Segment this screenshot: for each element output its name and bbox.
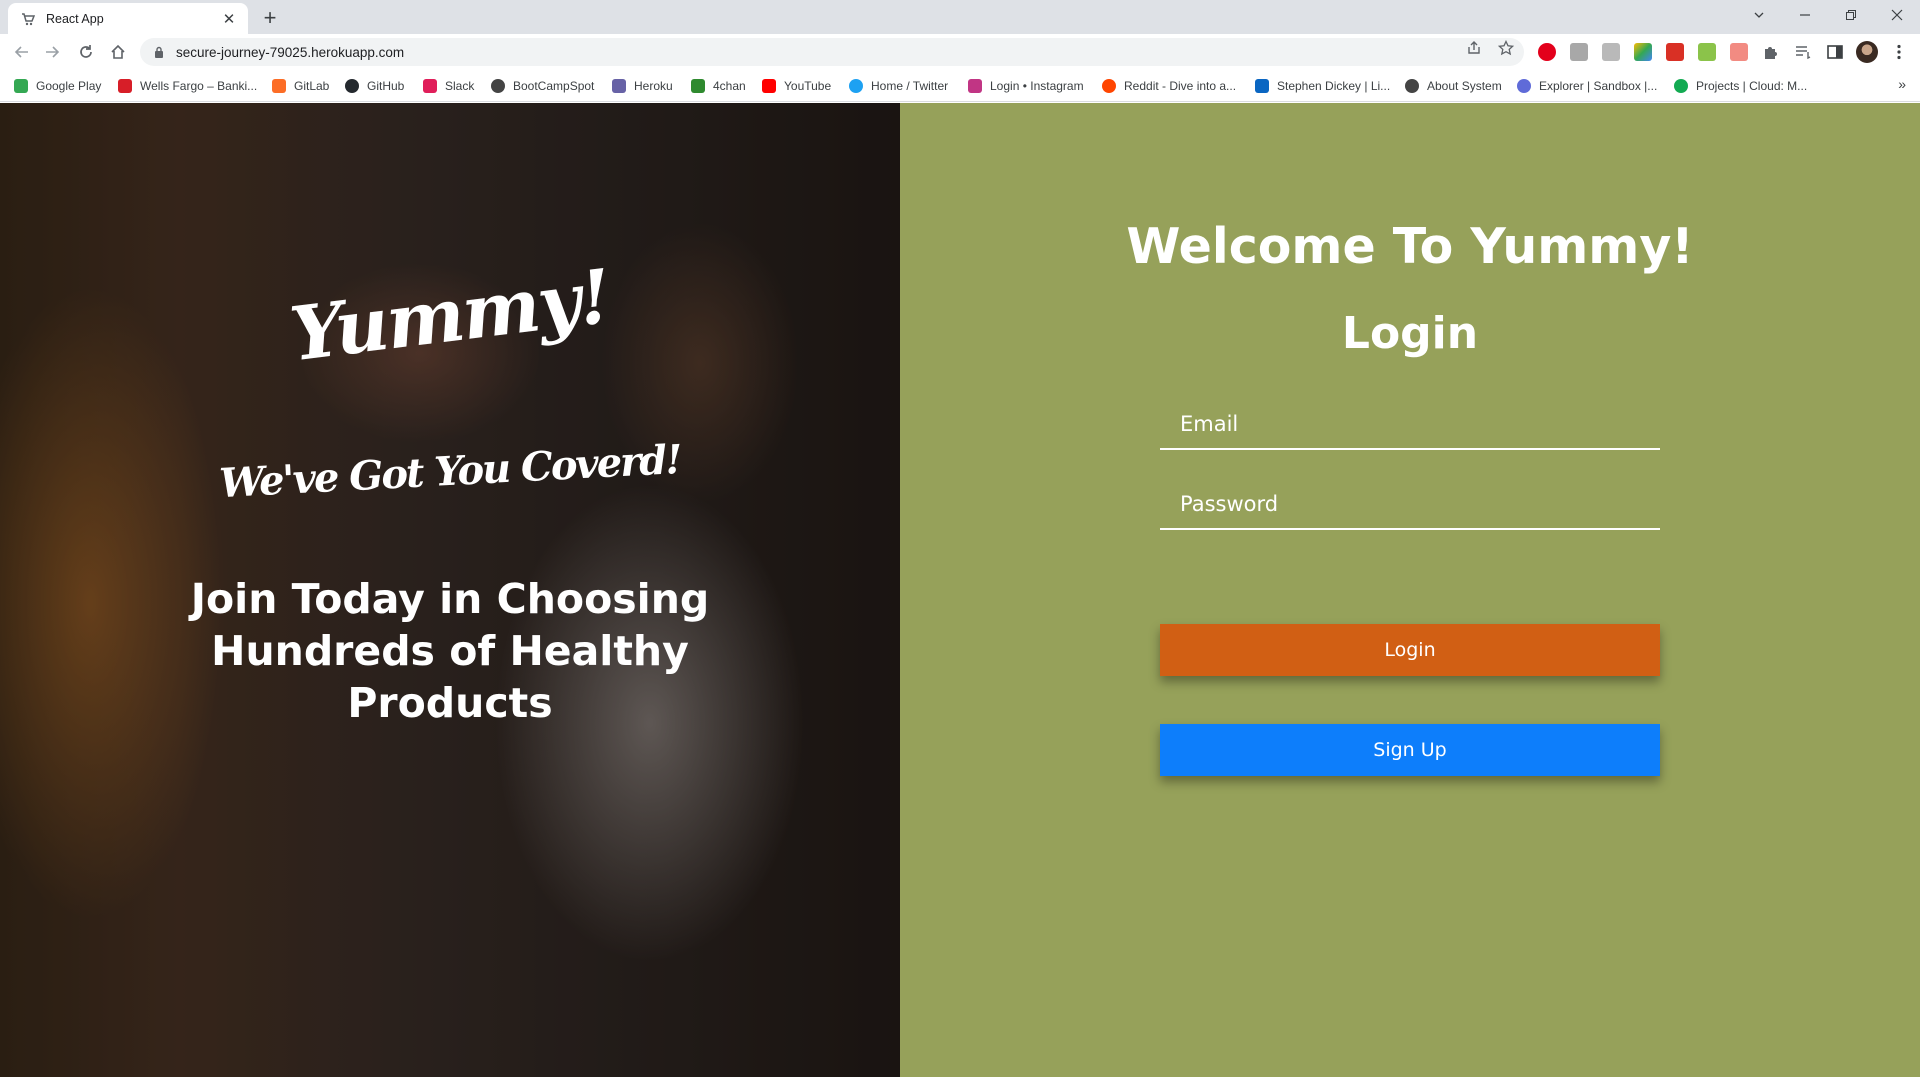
wells-fargo-icon — [118, 79, 132, 93]
github-icon — [345, 79, 359, 93]
bookmark-label: Projects | Cloud: M... — [1696, 79, 1808, 93]
page: Yummy! We've Got You Coverd! Join Today … — [0, 103, 1920, 1080]
minimize-icon[interactable] — [1782, 0, 1828, 30]
globe-icon — [491, 79, 505, 93]
restore-icon[interactable] — [1828, 0, 1874, 30]
heroku-icon — [612, 79, 626, 93]
hero-headline: Join Today in Choosing Hundreds of Healt… — [190, 575, 710, 727]
bookmark-reddit[interactable]: Reddit - Dive into a... — [1102, 77, 1236, 95]
home-icon[interactable] — [106, 40, 130, 64]
more-bookmarks-icon[interactable]: » — [1898, 76, 1906, 92]
new-tab-button[interactable]: + — [258, 6, 282, 30]
close-window-icon[interactable] — [1874, 0, 1920, 30]
reddit-icon — [1102, 79, 1116, 93]
email-field[interactable] — [1160, 400, 1660, 450]
bookmark-wells-fargo[interactable]: Wells Fargo – Banki... — [118, 77, 257, 95]
mongodb-icon — [1674, 79, 1688, 93]
back-icon[interactable] — [10, 40, 34, 64]
bookmark-youtube[interactable]: YouTube — [762, 77, 831, 95]
bookmark-label: Wells Fargo – Banki... — [140, 79, 258, 93]
bookmark-label: 4chan — [713, 79, 746, 93]
url-text: secure-journey-79025.herokuapp.com — [176, 44, 405, 60]
cart-icon — [20, 11, 36, 27]
bookmark-label: Slack — [445, 79, 475, 93]
tab-strip: React App ✕ + — [0, 0, 1920, 34]
browser-toolbar: secure-journey-79025.herokuapp.com — [0, 34, 1920, 70]
instagram-icon — [968, 79, 982, 93]
hero-image: Yummy! We've Got You Coverd! Join Today … — [0, 103, 900, 1077]
bookmark-twitter[interactable]: Home / Twitter — [849, 77, 948, 95]
clover-icon — [691, 79, 705, 93]
tab-title: React App — [46, 11, 104, 26]
linkedin-icon — [1255, 79, 1269, 93]
globe-icon — [1405, 79, 1419, 93]
google-drive-icon[interactable] — [1634, 43, 1652, 61]
google-play-icon — [14, 79, 28, 93]
opera-extension-icon[interactable] — [1538, 43, 1556, 61]
gitlab-icon — [272, 79, 286, 93]
bookmark-label: Heroku — [634, 79, 673, 93]
bookmark-label: BootCampSpot — [513, 79, 595, 93]
extension-grid-icon[interactable] — [1698, 43, 1716, 61]
bookmark-label: Reddit - Dive into a... — [1124, 79, 1237, 93]
bookmark-projects-cloud[interactable]: Projects | Cloud: M... — [1674, 77, 1807, 95]
menu-kebab-icon[interactable] — [1890, 43, 1908, 61]
bookmark-4chan[interactable]: 4chan — [691, 77, 746, 95]
twitter-icon — [849, 79, 863, 93]
welcome-heading: Welcome To Yummy! — [1126, 218, 1694, 275]
side-panel-icon[interactable] — [1826, 43, 1844, 61]
bookmark-linkedin[interactable]: Stephen Dickey | Li... — [1255, 77, 1390, 95]
bookmark-gitlab[interactable]: GitLab — [272, 77, 329, 95]
reading-list-icon[interactable] — [1794, 43, 1812, 61]
bookmark-label: Google Play — [36, 79, 102, 93]
bookmark-bootcampspot[interactable]: BootCampSpot — [491, 77, 594, 95]
close-tab-icon[interactable]: ✕ — [220, 10, 238, 28]
extension-red-icon[interactable] — [1666, 43, 1684, 61]
bookmark-label: Stephen Dickey | Li... — [1277, 79, 1391, 93]
login-heading: Login — [1341, 308, 1479, 359]
bookmark-label: YouTube — [784, 79, 832, 93]
lock-icon[interactable] — [152, 45, 166, 59]
bookmark-label: GitHub — [367, 79, 405, 93]
tab-react-app[interactable]: React App ✕ — [8, 3, 248, 34]
login-panel: Welcome To Yummy! Login Login Sign Up — [900, 103, 1920, 1077]
bookmark-google-play[interactable]: Google Play — [14, 77, 101, 95]
bookmark-label: GitLab — [294, 79, 330, 93]
puzzle-icon[interactable] — [1762, 43, 1780, 61]
forward-icon[interactable] — [40, 40, 64, 64]
sign-up-button[interactable]: Sign Up — [1160, 724, 1660, 776]
address-bar[interactable]: secure-journey-79025.herokuapp.com — [140, 38, 1524, 66]
share-icon[interactable] — [1466, 40, 1482, 56]
bookmark-github[interactable]: GitHub — [345, 77, 404, 95]
bookmark-label: Home / Twitter — [871, 79, 949, 93]
password-field[interactable] — [1160, 480, 1660, 530]
bookmark-about-system[interactable]: About System — [1405, 77, 1502, 95]
login-button[interactable]: Login — [1160, 624, 1660, 676]
youtube-icon — [762, 79, 776, 93]
profile-avatar[interactable] — [1856, 41, 1878, 63]
extension-gray-icon[interactable] — [1570, 43, 1588, 61]
reload-icon[interactable] — [74, 40, 98, 64]
bookmark-heroku[interactable]: Heroku — [612, 77, 673, 95]
extension-pink-icon[interactable] — [1730, 43, 1748, 61]
tab-search-icon[interactable] — [1736, 0, 1782, 30]
bookmark-slack[interactable]: Slack — [423, 77, 474, 95]
explorer-icon — [1517, 79, 1531, 93]
extension-tools-icon[interactable] — [1602, 43, 1620, 61]
bookmark-star-icon[interactable] — [1498, 40, 1514, 56]
bookmark-explorer-sandbox[interactable]: Explorer | Sandbox |... — [1517, 77, 1657, 95]
bookmark-instagram[interactable]: Login • Instagram — [968, 77, 1084, 95]
bookmark-label: About System — [1427, 79, 1502, 93]
bookmarks-bar: Google Play Wells Fargo – Banki... GitLa… — [0, 70, 1920, 102]
slack-icon — [423, 79, 437, 93]
bookmark-label: Login • Instagram — [990, 79, 1084, 93]
bookmark-label: Explorer | Sandbox |... — [1539, 79, 1658, 93]
